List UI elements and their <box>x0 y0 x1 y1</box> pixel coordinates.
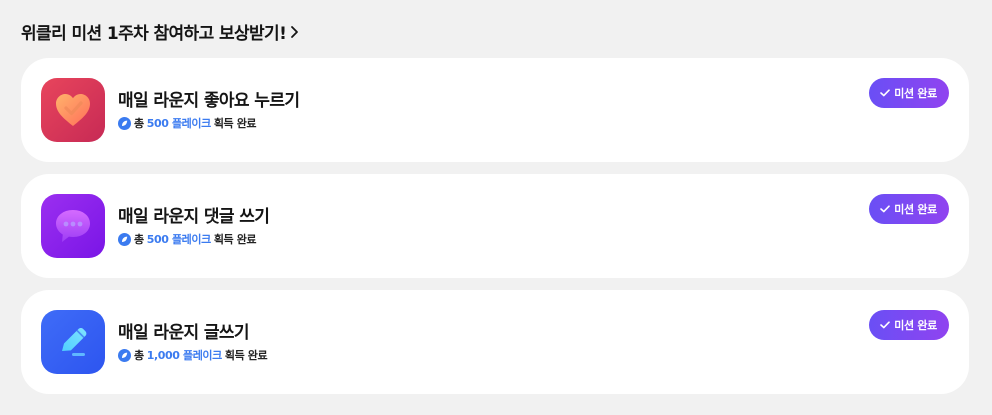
reward-prefix: 총 <box>134 349 144 362</box>
reward-suffix: 획득 완료 <box>224 349 268 362</box>
pencil-icon <box>41 310 105 374</box>
flake-icon <box>118 348 131 362</box>
heart-check-icon <box>41 78 105 142</box>
reward-info: 총 500 플레이크 획득 완료 <box>118 231 269 247</box>
reward-info: 총 1,000 플레이크 획득 완료 <box>118 347 268 363</box>
check-icon <box>880 89 890 97</box>
reward-suffix: 획득 완료 <box>213 117 257 130</box>
reward-info: 총 500 플레이크 획득 완료 <box>118 115 299 131</box>
section-header-link[interactable]: 위클리 미션 1주차 참여하고 보상받기! <box>21 18 299 44</box>
status-label: 미션 완료 <box>894 319 937 332</box>
reward-suffix: 획득 완료 <box>213 233 257 246</box>
mission-title: 매일 라운지 좋아요 누르기 <box>118 91 300 111</box>
mission-card[interactable]: 매일 라운지 글쓰기 총 1,000 플레이크 획득 완료 미션 완료 <box>21 290 969 394</box>
reward-prefix: 총 <box>134 233 144 246</box>
chevron-right-icon <box>290 25 299 39</box>
reward-amount: 500 플레이크 <box>146 117 211 130</box>
mission-card[interactable]: 매일 라운지 좋아요 누르기 총 500 플레이크 획득 완료 미션 완료 <box>21 58 969 162</box>
reward-amount: 1,000 플레이크 <box>146 349 223 362</box>
flake-icon <box>118 116 131 130</box>
status-label: 미션 완료 <box>894 203 937 216</box>
comment-bubble-icon <box>41 194 105 258</box>
flake-icon <box>118 232 131 246</box>
mission-complete-badge[interactable]: 미션 완료 <box>869 310 949 340</box>
mission-title: 매일 라운지 글쓰기 <box>118 323 250 343</box>
check-icon <box>880 205 890 213</box>
reward-amount: 500 플레이크 <box>146 233 211 246</box>
mission-complete-badge[interactable]: 미션 완료 <box>869 78 949 108</box>
check-icon <box>880 321 890 329</box>
mission-complete-badge[interactable]: 미션 완료 <box>869 194 949 224</box>
reward-prefix: 총 <box>134 117 144 130</box>
status-label: 미션 완료 <box>894 87 937 100</box>
section-title: 위클리 미션 1주차 참여하고 보상받기! <box>21 23 287 44</box>
mission-card[interactable]: 매일 라운지 댓글 쓰기 총 500 플레이크 획득 완료 미션 완료 <box>21 174 969 278</box>
mission-title: 매일 라운지 댓글 쓰기 <box>118 207 270 227</box>
mission-list: 매일 라운지 좋아요 누르기 총 500 플레이크 획득 완료 미션 완료 매일… <box>21 58 969 406</box>
